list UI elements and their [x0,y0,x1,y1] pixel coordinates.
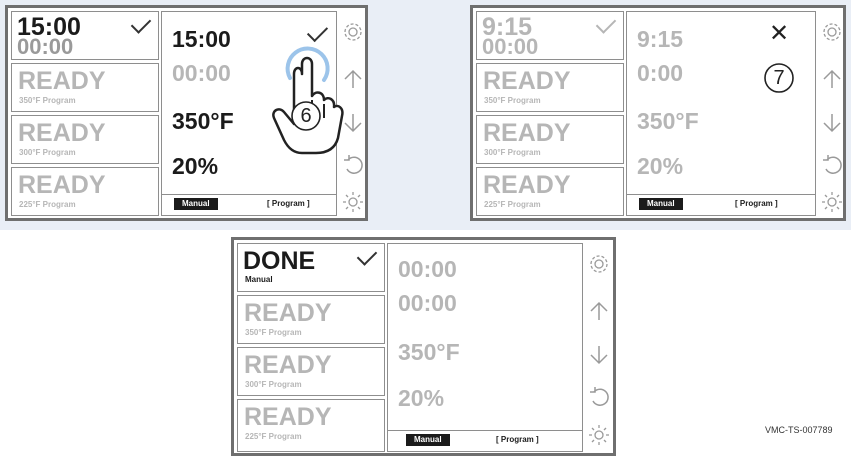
elapsed-time-value: 0:00 [637,60,684,86]
reset-icon[interactable] [588,386,610,408]
slot-elapsed-value: 00:00 [482,34,539,59]
step-7-badge: 7 [763,62,795,94]
slot-program-225[interactable]: READY 225°F Program [476,167,624,216]
slot-program-name: 350°F Program [484,96,541,105]
step-6-badge: 6 [290,100,322,132]
arrow-up-icon[interactable] [821,68,843,90]
step-number: 7 [773,67,785,89]
arrow-down-icon[interactable] [588,344,610,366]
slot-program-225[interactable]: READY 225°F Program [237,399,385,452]
gear-icon[interactable] [588,253,610,275]
slot-done-status[interactable]: DONE Manual [237,243,385,292]
arrow-up-icon[interactable] [342,68,364,90]
slot-status-label: READY [244,403,332,431]
slot-program-name: 350°F Program [245,328,302,337]
fan-speed-value[interactable]: 20% [637,153,683,179]
slot-program-name: 300°F Program [19,148,76,157]
slot-program-350[interactable]: READY 350°F Program [11,63,159,112]
slot-program-350[interactable]: READY 350°F Program [476,63,624,112]
program-slot-column: 15:00 00:00 READY 350°F Program READY 30… [11,11,161,216]
slot-program-name: 225°F Program [484,200,541,209]
slot-program-name: 225°F Program [19,200,76,209]
reset-icon[interactable] [821,154,843,176]
program-mode-button[interactable]: [ Program ] [735,198,778,210]
gear-icon[interactable] [342,21,364,43]
light-icon[interactable] [588,424,610,446]
slot-active-timer[interactable]: 15:00 00:00 [11,11,159,60]
control-icon-column [337,11,368,216]
control-icon-column [583,243,614,452]
slot-status-label: READY [18,67,106,95]
slot-status-label: READY [483,67,571,95]
check-icon [130,13,152,34]
control-icon-column [816,11,847,216]
touchscreen-panel-step-6: 15:00 00:00 READY 350°F Program READY 30… [5,5,368,221]
slot-status-label: READY [244,351,332,379]
slot-elapsed-value: 00:00 [17,34,74,59]
manual-mode-button[interactable]: Manual [639,198,683,210]
figure-code: VMC-TS-007789 [765,425,833,435]
light-icon[interactable] [342,191,364,213]
mode-bar: Manual [ Program ] [627,194,815,215]
step-number: 6 [300,105,312,127]
cook-settings-area: 00:00 00:00 350°F 20% Manual [ Program ] [387,243,583,452]
slot-program-300[interactable]: READY 300°F Program [476,115,624,164]
program-slot-column: 9:15 00:00 READY 350°F Program READY 300… [476,11,626,216]
slot-status-label: READY [244,299,332,327]
slot-program-name: 350°F Program [19,96,76,105]
mode-bar: Manual [ Program ] [388,430,582,451]
set-time-value[interactable]: 9:15 [637,26,683,52]
slot-active-timer[interactable]: 9:15 00:00 [476,11,624,60]
cook-settings-area: 9:15 0:00 350°F 20% ✕ 7 Manual [ Program… [626,11,816,216]
temperature-value[interactable]: 350°F [637,108,699,134]
slot-program-300[interactable]: READY 300°F Program [11,115,159,164]
slot-status-label: READY [483,171,571,199]
elapsed-time-value: 00:00 [398,290,457,316]
reset-icon[interactable] [342,154,364,176]
temperature-value[interactable]: 350°F [172,108,234,134]
touchscreen-panel-step-7: 9:15 00:00 READY 350°F Program READY 300… [470,5,846,221]
slot-program-name: 225°F Program [245,432,302,441]
set-time-value[interactable]: 15:00 [172,26,231,52]
cancel-x-icon[interactable]: ✕ [769,22,789,46]
mode-bar: Manual [ Program ] [162,194,336,215]
temperature-value[interactable]: 350°F [398,339,460,365]
cook-settings-area: 15:00 00:00 350°F 20% 6 Manual [ Program… [161,11,344,216]
slot-mode-name: Manual [245,275,273,284]
program-slot-column: DONE Manual READY 350°F Program READY 30… [237,243,387,452]
slot-status-label: READY [483,119,571,147]
set-time-value[interactable]: 00:00 [398,256,457,282]
slot-program-225[interactable]: READY 225°F Program [11,167,159,216]
program-mode-button[interactable]: [ Program ] [267,198,310,210]
program-mode-button[interactable]: [ Program ] [496,434,539,446]
light-icon[interactable] [821,191,843,213]
touchscreen-panel-done: DONE Manual READY 350°F Program READY 30… [231,237,616,456]
slot-program-300[interactable]: READY 300°F Program [237,347,385,396]
fan-speed-value[interactable]: 20% [172,153,218,179]
arrow-down-icon[interactable] [821,112,843,134]
arrow-down-icon[interactable] [342,112,364,134]
arrow-up-icon[interactable] [588,300,610,322]
slot-program-350[interactable]: READY 350°F Program [237,295,385,344]
check-icon [595,13,617,34]
slot-status-label: READY [18,119,106,147]
elapsed-time-value: 00:00 [172,60,231,86]
gear-icon[interactable] [821,21,843,43]
check-icon [356,245,378,266]
slot-done-label: DONE [243,247,316,275]
fan-speed-value[interactable]: 20% [398,385,444,411]
manual-mode-button[interactable]: Manual [406,434,450,446]
slot-program-name: 300°F Program [484,148,541,157]
slot-program-name: 300°F Program [245,380,302,389]
slot-status-label: READY [18,171,106,199]
manual-mode-button[interactable]: Manual [174,198,218,210]
